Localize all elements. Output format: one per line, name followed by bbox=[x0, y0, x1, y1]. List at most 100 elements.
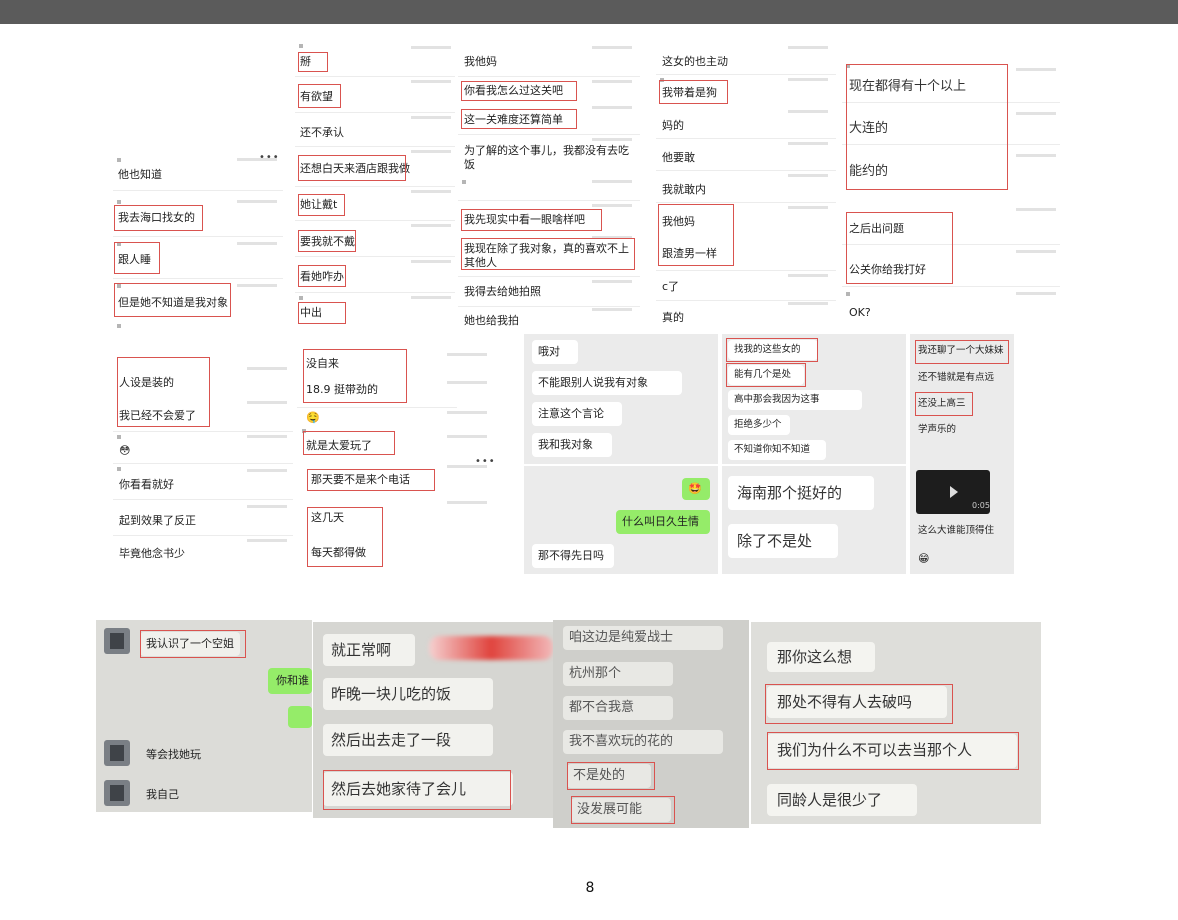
message-text: 毕竟他念书少 bbox=[119, 547, 185, 560]
message-text: 妈的 bbox=[662, 119, 684, 132]
play-icon bbox=[950, 486, 958, 498]
emoji-icon: 😳 bbox=[119, 444, 131, 457]
message-text: 咱这边是纯爱战士 bbox=[569, 630, 674, 645]
message-text: 不知道你知不知道 bbox=[734, 444, 811, 455]
message-text: 注意这个言论 bbox=[538, 407, 604, 420]
highlight-box bbox=[307, 507, 383, 567]
message-text: OK? bbox=[849, 306, 871, 319]
message-text: 杭州那个 bbox=[569, 666, 622, 681]
highlight-box bbox=[114, 283, 231, 317]
screenshot-panel-2: 掰 有欲望 还不承认 还想白天来酒店跟我做 她让戴t 要我就不戴 看她咋办 中出 bbox=[295, 40, 455, 330]
message-text: 昨晚一块儿吃的饭 bbox=[331, 685, 452, 703]
message-text: 除了不是处 bbox=[737, 532, 813, 550]
highlight-box bbox=[767, 732, 1019, 770]
message-text: 拒绝多少个 bbox=[734, 419, 782, 430]
message-text: 起到效果了反正 bbox=[119, 514, 196, 527]
screenshot-panel-1: ••• 他也知道 我去海口找女的 跟人睡 但是她不知道是我对象 bbox=[113, 150, 283, 330]
message-text: 那你这么想 bbox=[777, 648, 853, 666]
highlight-box bbox=[298, 230, 356, 252]
highlight-box bbox=[303, 349, 407, 403]
highlight-box bbox=[298, 265, 346, 287]
highlight-box bbox=[323, 770, 511, 810]
screenshot-panel-9: 🤩 什么叫日久生情 那不得先日吗 bbox=[524, 466, 718, 574]
highlight-box bbox=[659, 80, 728, 104]
message-text: 为了解的这个事儿，我都没有去吃饭 bbox=[464, 144, 629, 171]
message-text: 那不得先日吗 bbox=[538, 549, 604, 562]
message-text: 等会找她玩 bbox=[146, 748, 201, 761]
highlight-box bbox=[298, 84, 341, 108]
highlight-box bbox=[303, 431, 395, 455]
highlight-box bbox=[765, 684, 953, 724]
message-text: 同龄人是很少了 bbox=[777, 791, 883, 809]
screenshot-panel-5: 现在都得有十个以上 大连的 能约的 之后出问题 公关你给我打好 OK? bbox=[842, 58, 1060, 330]
highlight-box bbox=[117, 357, 210, 427]
screenshot-panel-4: 这女的也主动 我带着是狗 妈的 他要敢 我就敢内 我他妈 跟渣男一样 c了 真的 bbox=[656, 40, 836, 330]
highlight-box bbox=[915, 392, 973, 416]
message-text: 海南那个挺好的 bbox=[737, 484, 843, 502]
screenshot-panel-13: 我认识了一个空姐 你和谁 等会找她玩 我自己 bbox=[96, 620, 312, 812]
emoji-icon: 🤤 bbox=[306, 411, 320, 424]
message-text: 哦对 bbox=[538, 345, 560, 358]
message-text: c了 bbox=[662, 280, 680, 293]
highlight-box bbox=[846, 64, 1008, 190]
screenshot-panel-11: 海南那个挺好的 除了不是处 bbox=[722, 466, 906, 574]
highlight-box bbox=[140, 630, 246, 658]
blurred-region bbox=[429, 636, 553, 660]
highlight-box bbox=[461, 209, 602, 231]
highlight-box bbox=[567, 762, 655, 790]
message-text: 学声乐的 bbox=[918, 424, 957, 435]
message-text: 这么大谁能顶得住 bbox=[918, 525, 995, 536]
highlight-box bbox=[461, 109, 577, 129]
message-text: 然后出去走了一段 bbox=[331, 731, 452, 749]
screenshot-panel-3: 我他妈 你看我怎么过这关吧 这一关难度还算简单 为了解的这个事儿，我都没有去吃饭… bbox=[458, 40, 640, 330]
message-text: 什么叫日久生情 bbox=[622, 515, 699, 528]
emoji-icon: 😁 bbox=[918, 552, 930, 565]
highlight-box bbox=[298, 52, 328, 72]
message-text: 不能跟别人说我有对象 bbox=[538, 376, 648, 389]
highlight-box bbox=[726, 338, 818, 362]
screenshot-panel-8: 哦对 不能跟别人说我有对象 注意这个言论 我和我对象 bbox=[524, 334, 718, 464]
highlight-box bbox=[571, 796, 675, 824]
highlight-box bbox=[846, 212, 953, 284]
message-text: 你和谁 bbox=[276, 674, 309, 687]
highlight-box bbox=[726, 363, 806, 387]
avatar bbox=[104, 628, 130, 654]
message-text: 我自己 bbox=[146, 788, 179, 801]
emoji-icon: 🤩 bbox=[688, 482, 702, 495]
page-number: 8 bbox=[585, 880, 595, 896]
screenshot-panel-14: 就正常啊 昨晚一块儿吃的饭 然后出去走了一段 然后去她家待了会儿 bbox=[313, 622, 553, 818]
message-text: 还不错就是有点远 bbox=[918, 372, 995, 383]
highlight-box bbox=[461, 81, 577, 101]
message-text: 他也知道 bbox=[118, 168, 162, 181]
message-text: 他要敢 bbox=[662, 151, 695, 164]
highlight-box bbox=[298, 194, 345, 216]
message-text: 她也给我拍 bbox=[464, 314, 519, 327]
message-text: 高中那会我因为这事 bbox=[734, 394, 820, 405]
screenshot-panel-7: ••• 没自来 18.9 挺带劲的 🤤 就是太爱玩了 那天要不是来个电话 这几天… bbox=[297, 345, 497, 573]
message-text: 还不承认 bbox=[300, 126, 344, 139]
screenshot-panel-16: 那你这么想 那处不得有人去破吗 我们为什么不可以去当那个人 同龄人是很少了 bbox=[751, 622, 1041, 824]
message-text: 我就敢内 bbox=[662, 183, 706, 196]
message-text: 我得去给她拍照 bbox=[464, 285, 541, 298]
highlight-box bbox=[461, 238, 635, 270]
top-bar bbox=[0, 0, 1178, 24]
message-text: 都不合我意 bbox=[569, 700, 635, 715]
message-text: 真的 bbox=[662, 311, 684, 324]
video-duration: 0:05 bbox=[972, 501, 990, 510]
highlight-box bbox=[658, 204, 734, 266]
highlight-box bbox=[114, 205, 203, 231]
highlight-box bbox=[307, 469, 435, 491]
screenshot-panel-12: 我还聊了一个大妹妹 还不错就是有点远 还没上高三 学声乐的 0:05 这么大谁能… bbox=[910, 334, 1014, 574]
message-text: 我不喜欢玩的花的 bbox=[569, 734, 674, 749]
message-text: 这女的也主动 bbox=[662, 55, 728, 68]
video-thumbnail[interactable]: 0:05 bbox=[916, 470, 990, 514]
highlight-box bbox=[298, 302, 346, 324]
message-text: 我和我对象 bbox=[538, 438, 593, 451]
highlight-box bbox=[915, 340, 1009, 364]
screenshot-panel-6: 人设是装的 我已经不会爱了 😳 你看看就好 起到效果了反正 毕竟他念书少 bbox=[113, 345, 293, 573]
screenshot-panel-10: 找我的这些女的 能有几个是处 高中那会我因为这事 拒绝多少个 不知道你知不知道 bbox=[722, 334, 906, 464]
message-text: 我他妈 bbox=[464, 55, 497, 68]
avatar bbox=[104, 740, 130, 766]
screenshot-panel-15: 咱这边是纯爱战士 杭州那个 都不合我意 我不喜欢玩的花的 不是处的 没发展可能 bbox=[553, 620, 749, 828]
highlight-box bbox=[114, 242, 160, 274]
